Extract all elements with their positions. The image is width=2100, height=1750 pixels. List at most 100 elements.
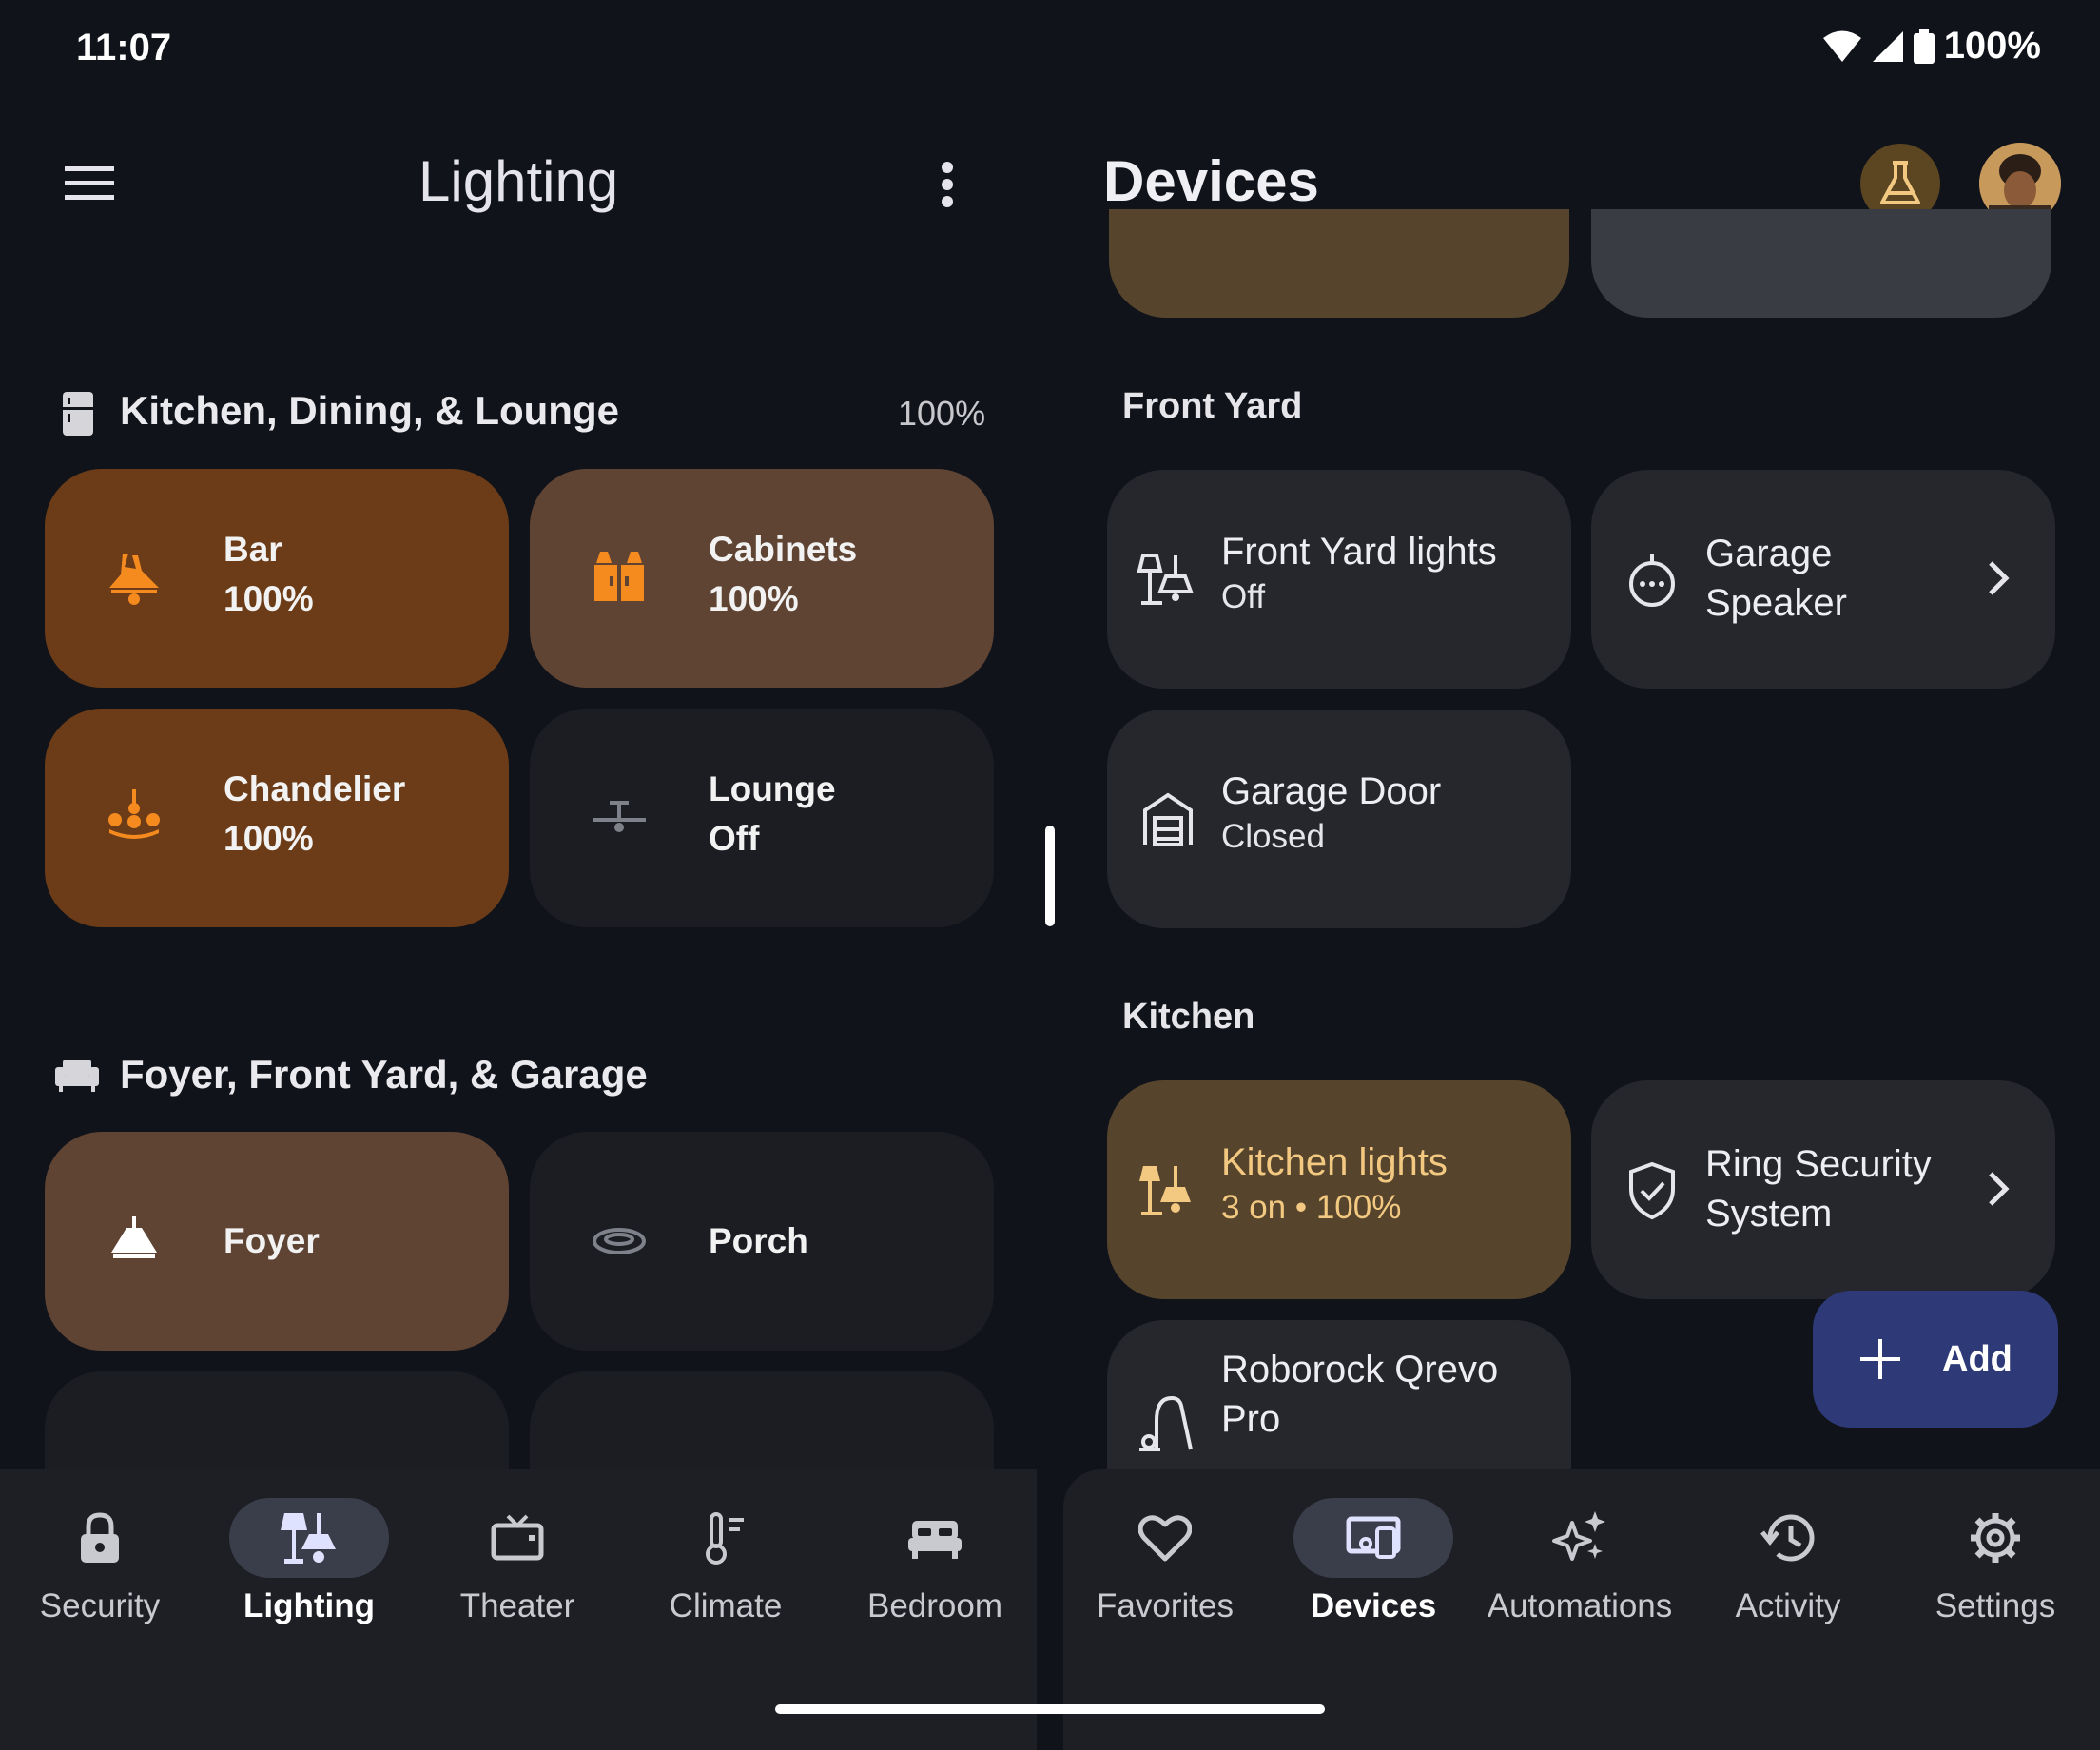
section-label: Kitchen	[1122, 997, 1255, 1037]
nav-item-favorites[interactable]: Favorites	[1070, 1498, 1260, 1625]
wifi-icon	[1822, 29, 1862, 64]
nav-item-devices[interactable]: Devices	[1278, 1498, 1468, 1625]
nav-label: Devices	[1310, 1587, 1437, 1624]
tile-name: Cabinets	[709, 530, 858, 569]
device-tile-partial[interactable]	[1591, 209, 2051, 318]
nav-label: Settings	[1935, 1587, 2056, 1624]
nav-label: Bedroom	[866, 1587, 1003, 1624]
room-title: Foyer, Front Yard, & Garage	[120, 1052, 648, 1097]
sofa-icon	[55, 1058, 99, 1092]
nav-label: Activity	[1735, 1587, 1841, 1624]
speaker-icon	[1622, 550, 1682, 611]
lock-icon	[79, 1511, 121, 1565]
light-tile-partial[interactable]	[45, 1371, 509, 1469]
section-label: Front Yard	[1122, 386, 1303, 426]
device-name: Garage Speaker	[1705, 533, 1847, 624]
chandelier-icon	[104, 788, 165, 848]
device-state: 3 on • 100%	[1221, 1189, 1402, 1226]
tile-value: 100%	[224, 579, 314, 618]
ceiling-light-icon	[104, 1211, 165, 1272]
tv-icon	[491, 1514, 544, 1562]
add-button-label: Add	[1942, 1338, 2012, 1379]
tile-value: 100%	[224, 819, 314, 858]
device-tile-garage-speaker[interactable]: Garage Speaker	[1591, 470, 2055, 689]
status-time: 11:07	[76, 27, 172, 68]
light-tile-lounge[interactable]: Lounge Off	[530, 709, 994, 927]
light-tile-cabinets[interactable]: Cabinets 100%	[530, 469, 994, 688]
pendant-light-icon	[104, 548, 165, 609]
tile-name: Foyer	[224, 1221, 320, 1260]
nav-item-bedroom[interactable]: Bedroom	[840, 1498, 1030, 1625]
tile-name: Lounge	[709, 769, 836, 808]
device-name: Front Yard lights	[1221, 531, 1497, 573]
nav-item-climate[interactable]: Climate	[631, 1498, 821, 1625]
status-icons: 100%	[1822, 25, 2041, 68]
pane-divider-handle[interactable]	[1045, 826, 1055, 926]
device-tile-roborock[interactable]: Roborock Qrevo Pro	[1107, 1320, 1571, 1469]
outdoor-lights-icon	[1138, 1160, 1198, 1221]
menu-icon[interactable]	[65, 165, 114, 203]
device-name: Ring Security System	[1705, 1143, 1932, 1235]
heart-icon	[1138, 1513, 1192, 1563]
nav-label: Climate	[669, 1587, 783, 1624]
tile-value: Off	[709, 819, 760, 858]
plus-icon	[1858, 1337, 1902, 1381]
tile-name: Porch	[709, 1221, 808, 1260]
page-title-devices: Devices	[1103, 149, 1319, 213]
device-tile-partial[interactable]	[1109, 209, 1569, 318]
page-title-lighting: Lighting	[418, 149, 619, 213]
add-button[interactable]: Add	[1813, 1291, 2058, 1428]
tile-value: 100%	[709, 579, 799, 618]
battery-percent: 100%	[1943, 25, 2041, 67]
battery-icon	[1913, 29, 1935, 64]
nav-label: Theater	[459, 1587, 575, 1624]
sparkle-icon	[1551, 1509, 1608, 1566]
device-name: Garage Door	[1221, 770, 1442, 812]
nav-item-security[interactable]: Security	[5, 1498, 195, 1625]
bed-icon	[908, 1517, 962, 1559]
nav-item-automations[interactable]: Automations	[1485, 1498, 1675, 1625]
fridge-icon	[63, 392, 93, 436]
nav-item-activity[interactable]: Activity	[1693, 1498, 1883, 1625]
device-tile-garage-door[interactable]: Garage Door Closed	[1107, 710, 1571, 928]
shield-check-icon	[1622, 1160, 1682, 1221]
nav-item-lighting[interactable]: Lighting	[214, 1498, 404, 1625]
ceiling-fan-icon	[589, 788, 650, 848]
light-tile-bar[interactable]: Bar 100%	[45, 469, 509, 688]
chevron-right-icon	[1979, 1168, 2017, 1210]
light-tile-partial[interactable]	[530, 1371, 994, 1469]
nav-label: Favorites	[1097, 1587, 1234, 1624]
more-options-icon[interactable]	[940, 162, 955, 207]
garage-icon	[1138, 789, 1198, 850]
outdoor-lights-icon	[1138, 550, 1198, 611]
gesture-home-bar[interactable]	[775, 1704, 1325, 1714]
nav-label: Lighting	[243, 1587, 375, 1624]
device-name: Roborock Qrevo Pro	[1221, 1349, 1499, 1440]
devices-icon	[1345, 1515, 1402, 1561]
chevron-right-icon	[1979, 557, 2017, 599]
device-name: Kitchen lights	[1221, 1141, 1448, 1183]
device-tile-front-yard-lights[interactable]: Front Yard lights Off	[1107, 470, 1571, 689]
nav-item-theater[interactable]: Theater	[422, 1498, 612, 1625]
device-state: Closed	[1221, 818, 1325, 855]
device-tile-kitchen-lights[interactable]: Kitchen lights 3 on • 100%	[1107, 1080, 1571, 1299]
room-title: Kitchen, Dining, & Lounge	[120, 388, 619, 433]
vacuum-icon	[1138, 1392, 1198, 1453]
gear-icon	[1969, 1511, 2022, 1565]
light-tile-chandelier[interactable]: Chandelier 100%	[45, 709, 509, 927]
device-state: Off	[1221, 578, 1266, 615]
nav-label: Automations	[1487, 1587, 1673, 1624]
cabinet-light-icon	[589, 548, 650, 609]
signal-icon	[1872, 30, 1904, 63]
lamp-icon	[281, 1509, 338, 1566]
tile-name: Bar	[224, 530, 282, 569]
nav-label: Security	[39, 1587, 161, 1624]
light-tile-foyer[interactable]: Foyer	[45, 1132, 509, 1351]
flask-icon	[1879, 161, 1921, 206]
thermometer-icon	[702, 1510, 749, 1565]
light-tile-porch[interactable]: Porch	[530, 1132, 994, 1351]
flush-mount-light-icon	[589, 1211, 650, 1272]
nav-item-settings[interactable]: Settings	[1900, 1498, 2090, 1625]
room-percent: 100%	[898, 394, 986, 433]
device-tile-ring-security[interactable]: Ring Security System	[1591, 1080, 2055, 1299]
